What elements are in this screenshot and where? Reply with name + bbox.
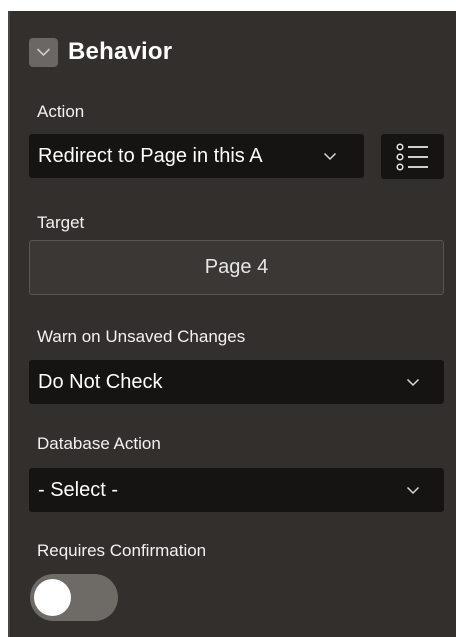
database-action-select[interactable]: - Select -	[29, 468, 444, 512]
chevron-down-icon	[406, 360, 420, 404]
chevron-down-icon	[323, 134, 337, 178]
warn-unsaved-select[interactable]: Do Not Check	[29, 360, 444, 404]
warn-unsaved-label: Warn on Unsaved Changes	[37, 327, 246, 346]
collapse-toggle[interactable]	[29, 37, 58, 67]
toggle-knob	[34, 579, 71, 616]
target-page-button[interactable]: Page 4	[29, 240, 444, 295]
database-action-label: Database Action	[37, 434, 161, 453]
chevron-down-icon	[406, 468, 420, 512]
requires-confirmation-label: Requires Confirmation	[37, 541, 207, 560]
action-select-value: Redirect to Page in this A	[38, 145, 263, 167]
action-select[interactable]: Redirect to Page in this A	[29, 134, 364, 178]
chevron-down-icon	[36, 48, 51, 57]
list-icon	[395, 142, 428, 171]
action-label: Action	[37, 102, 85, 121]
database-action-select-value: - Select -	[38, 479, 119, 501]
requires-confirmation-toggle[interactable]	[30, 574, 118, 621]
action-list-button[interactable]	[381, 134, 444, 179]
target-value: Page 4	[204, 256, 269, 278]
section-header-behavior[interactable]: Behavior	[29, 36, 172, 68]
target-label: Target	[37, 213, 85, 232]
warn-unsaved-select-value: Do Not Check	[38, 371, 163, 393]
section-title: Behavior	[68, 38, 173, 65]
